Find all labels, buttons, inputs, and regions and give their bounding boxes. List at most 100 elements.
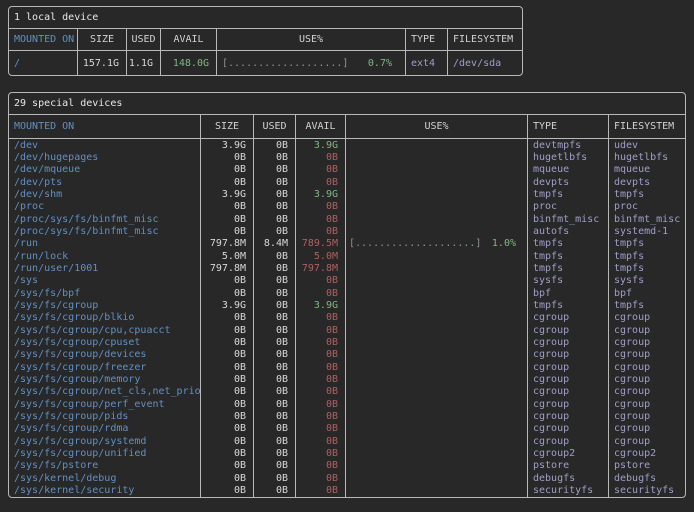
avail-value: 0B (296, 151, 346, 163)
usage-cell (346, 225, 528, 237)
usage-cell (346, 312, 528, 324)
size-value: 0B (201, 460, 254, 472)
used-value: 0B (254, 336, 296, 348)
size-value: 0B (201, 386, 254, 398)
used-value: 0B (254, 386, 296, 398)
size-value: 0B (201, 423, 254, 435)
used-value: 0B (254, 312, 296, 324)
size-value: 157.1G (78, 51, 127, 75)
usage-cell (346, 324, 528, 336)
filesystem-name: pstore (609, 460, 685, 472)
avail-value: 0B (296, 336, 346, 348)
mount-point: /sys/kernel/security (9, 484, 201, 496)
local-devices-panel: 1 local device MOUNTED ONSIZEUSEDAVAILUS… (8, 6, 523, 76)
usage-percent: 1.0% (492, 238, 516, 249)
filesystem-name: cgroup (609, 398, 685, 410)
used-value: 0B (254, 435, 296, 447)
local-devices-title: 1 local device (9, 7, 522, 29)
used-value: 0B (254, 201, 296, 213)
avail-value: 0B (296, 312, 346, 324)
avail-value: 0B (296, 410, 346, 422)
avail-value: 0B (296, 398, 346, 410)
fs-type: cgroup (528, 324, 609, 336)
used-value: 0B (254, 250, 296, 262)
special-devices-table: MOUNTED ONSIZEUSEDAVAILUSE%TYPEFILESYSTE… (9, 115, 685, 497)
local-devices-table: MOUNTED ONSIZEUSEDAVAILUSE%TYPEFILESYSTE… (9, 29, 522, 75)
size-value: 0B (201, 447, 254, 459)
size-value: 0B (201, 225, 254, 237)
usage-cell (346, 349, 528, 361)
mount-point: /sys/fs/cgroup/rdma (9, 423, 201, 435)
column-header-use: USE% (217, 29, 406, 51)
fs-type: tmpfs (528, 299, 609, 311)
used-value: 0B (254, 262, 296, 274)
size-value: 0B (201, 472, 254, 484)
usage-cell (346, 386, 528, 398)
filesystem-name: cgroup2 (609, 447, 685, 459)
size-value: 0B (201, 373, 254, 385)
fs-type: cgroup (528, 373, 609, 385)
column-header-used: USED (127, 29, 161, 51)
usage-bar: [...................] (222, 58, 348, 69)
fs-type: cgroup (528, 312, 609, 324)
size-value: 0B (201, 336, 254, 348)
used-value: 0B (254, 176, 296, 188)
used-value: 0B (254, 139, 296, 151)
size-value: 0B (201, 324, 254, 336)
fs-type: tmpfs (528, 250, 609, 262)
size-value: 797.8M (201, 238, 254, 250)
column-header-use: USE% (346, 115, 528, 139)
usage-cell (346, 423, 528, 435)
filesystem-name: sysfs (609, 275, 685, 287)
column-header-type: TYPE (406, 29, 448, 51)
filesystem-name: cgroup (609, 373, 685, 385)
avail-value: 3.9G (296, 188, 346, 200)
used-value: 0B (254, 472, 296, 484)
fs-type: cgroup (528, 398, 609, 410)
size-value: 0B (201, 398, 254, 410)
used-value: 0B (254, 225, 296, 237)
fs-type: sysfs (528, 275, 609, 287)
avail-value: 0B (296, 423, 346, 435)
mount-point: /sys/fs/cgroup/devices (9, 349, 201, 361)
usage-cell (346, 361, 528, 373)
mount-point: /sys/fs/cgroup/systemd (9, 435, 201, 447)
avail-value: 0B (296, 275, 346, 287)
mount-point: /sys/fs/cgroup/blkio (9, 312, 201, 324)
avail-value: 0B (296, 349, 346, 361)
mount-point: /dev/pts (9, 176, 201, 188)
used-value: 0B (254, 213, 296, 225)
usage-cell (346, 188, 528, 200)
used-value: 0B (254, 484, 296, 496)
used-value: 0B (254, 373, 296, 385)
fs-type: tmpfs (528, 262, 609, 274)
fs-type: cgroup (528, 336, 609, 348)
mount-point: /sys/fs/cgroup/net_cls,net_prio (9, 386, 201, 398)
size-value: 0B (201, 312, 254, 324)
fs-type: devpts (528, 176, 609, 188)
usage-cell: [...................]0.7% (217, 51, 406, 75)
avail-value: 0B (296, 373, 346, 385)
column-header-avail: AVAIL (296, 115, 346, 139)
avail-value: 0B (296, 447, 346, 459)
mount-point: /sys (9, 275, 201, 287)
usage-cell (346, 201, 528, 213)
fs-type: bpf (528, 287, 609, 299)
mount-point: /sys/fs/cgroup/memory (9, 373, 201, 385)
usage-cell (346, 410, 528, 422)
column-header-mounted-on: MOUNTED ON (9, 29, 78, 51)
mount-point: /run/lock (9, 250, 201, 262)
avail-value: 0B (296, 324, 346, 336)
mount-point: /sys/fs/bpf (9, 287, 201, 299)
usage-cell (346, 262, 528, 274)
used-value: 0B (254, 361, 296, 373)
usage-cell (346, 151, 528, 163)
fs-type: tmpfs (528, 238, 609, 250)
size-value: 0B (201, 275, 254, 287)
mount-point: /dev (9, 139, 201, 151)
mount-point: /sys/fs/cgroup/perf_event (9, 398, 201, 410)
mount-point: /sys/fs/cgroup/pids (9, 410, 201, 422)
size-value: 5.0M (201, 250, 254, 262)
used-value: 0B (254, 287, 296, 299)
special-devices-title: 29 special devices (9, 93, 685, 115)
